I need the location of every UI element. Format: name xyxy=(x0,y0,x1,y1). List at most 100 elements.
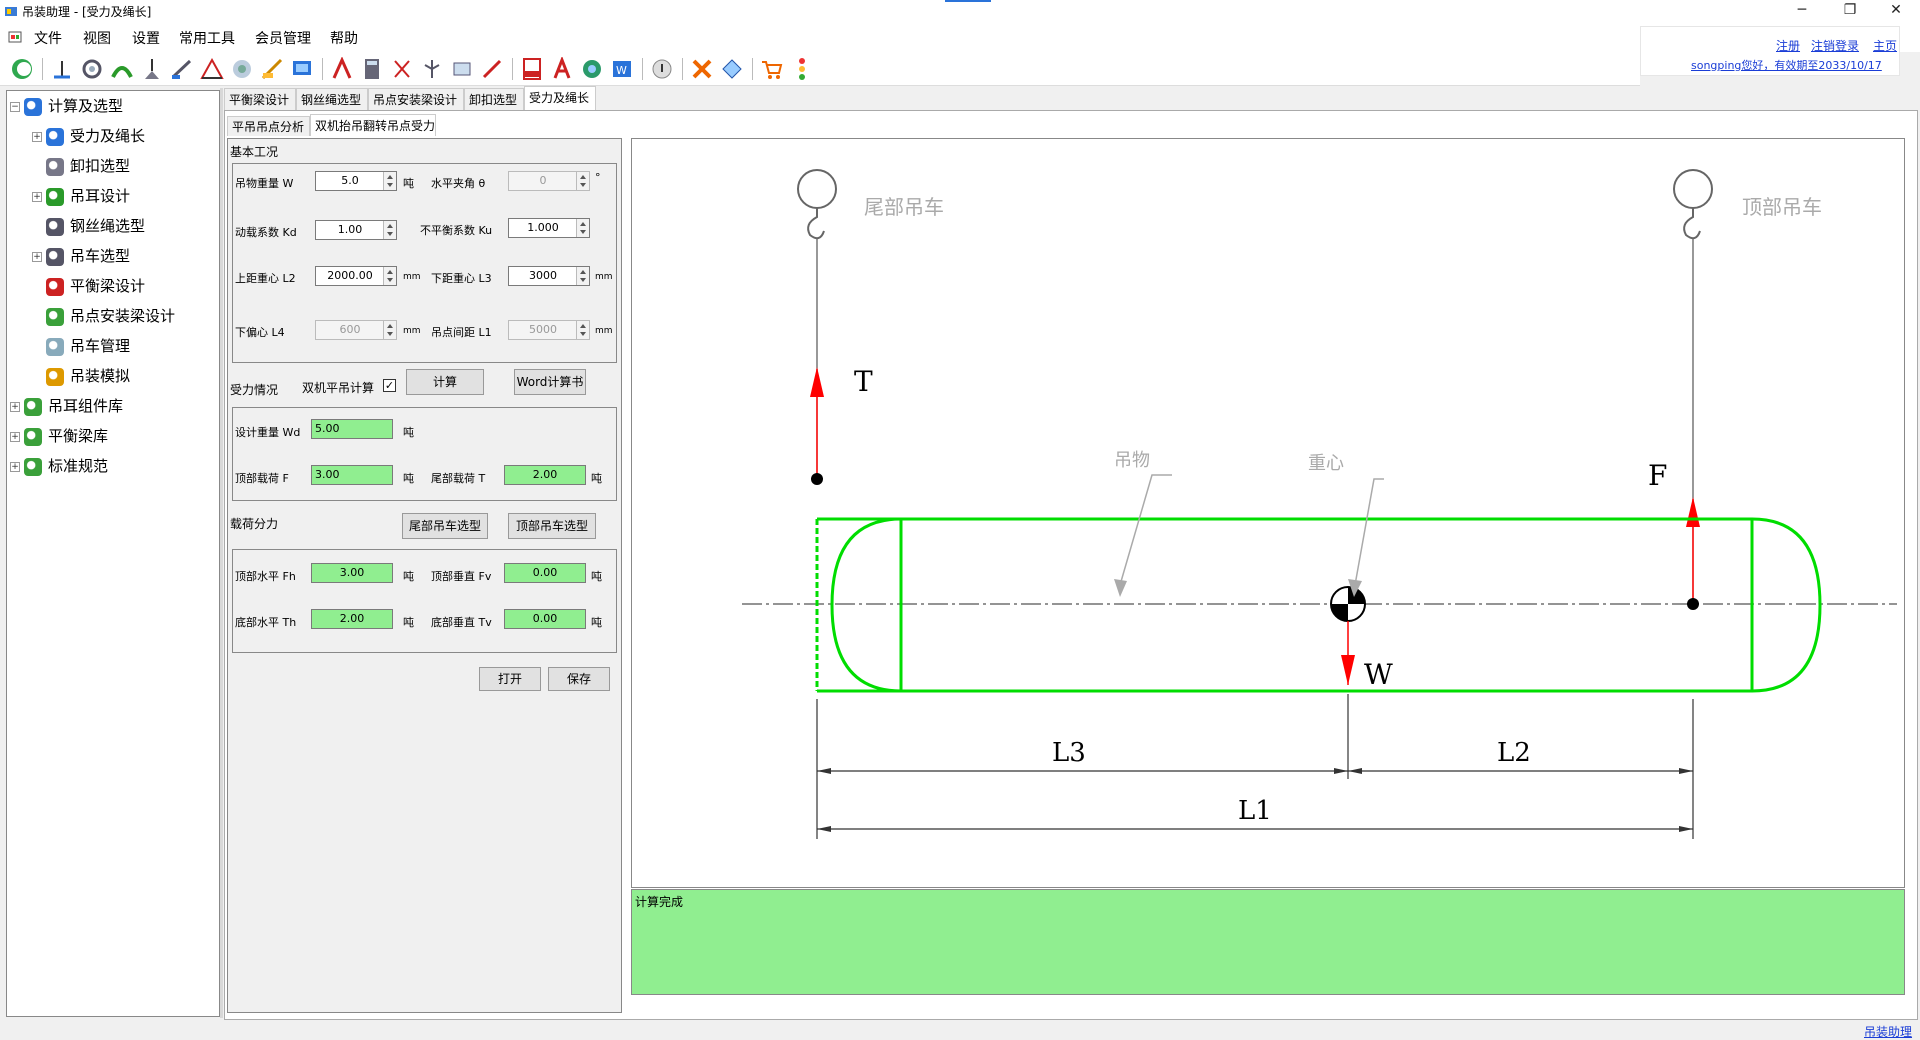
ku-label: 不平衡系数 Ku xyxy=(420,224,493,237)
cart-icon[interactable] xyxy=(760,57,784,81)
close-button[interactable]: ✕ xyxy=(1876,0,1916,22)
toolbar: W xyxy=(0,52,1640,86)
th-unit: 吨 xyxy=(403,616,414,629)
beam-icon[interactable] xyxy=(200,57,224,81)
l2-input[interactable]: 2000.00 xyxy=(315,266,397,286)
tab-wire-rope[interactable]: 钢丝绳选型 xyxy=(296,88,368,110)
welcome-text[interactable]: songping您好，有效期至2033/10/17 xyxy=(1691,57,1882,73)
tree-item[interactable]: + 吊车选型 xyxy=(32,244,130,268)
l1-input[interactable]: 5000 xyxy=(508,320,590,340)
mdi-icon[interactable] xyxy=(8,30,22,44)
rope-icon[interactable] xyxy=(140,57,164,81)
l4-input[interactable]: 600 xyxy=(315,320,397,340)
t-unit: 吨 xyxy=(591,472,602,485)
tree-item-label: 钢丝绳选型 xyxy=(70,217,146,235)
lug-icon[interactable] xyxy=(110,57,134,81)
weight-unit: 吨 xyxy=(403,177,414,190)
ku-input[interactable]: 1.000 xyxy=(508,218,590,238)
tree-expander-icon[interactable]: + xyxy=(10,431,20,442)
tab-dual-crane[interactable]: 双机抬吊翻转吊点受力 xyxy=(310,114,436,136)
tree-item[interactable]: + 吊耳组件库 xyxy=(10,394,123,418)
tv-output: 0.00 xyxy=(504,609,586,629)
shackle-icon[interactable] xyxy=(80,57,104,81)
angle-input[interactable]: 0 xyxy=(508,171,590,191)
tree-expander-icon[interactable]: + xyxy=(10,461,20,472)
open-button[interactable]: 打开 xyxy=(479,667,541,691)
tree-item[interactable]: + 标准规范 xyxy=(10,454,108,478)
calculate-button[interactable]: 计算 xyxy=(406,369,484,395)
tree-item[interactable]: + 吊耳设计 xyxy=(32,184,130,208)
scissors-icon[interactable] xyxy=(390,57,414,81)
splitter[interactable] xyxy=(220,88,223,1018)
l3-unit: mm xyxy=(595,272,613,282)
app-logo-icon[interactable] xyxy=(10,57,34,81)
app-link[interactable]: 吊装助理 xyxy=(1864,1023,1912,1040)
tree-item-label: 卸扣选型 xyxy=(70,157,131,175)
tools-icon[interactable] xyxy=(690,57,714,81)
text-a-icon[interactable] xyxy=(330,57,354,81)
top-crane-button[interactable]: 顶部吊车选型 xyxy=(508,513,596,539)
tree-item[interactable]: 平衡梁设计 xyxy=(32,274,145,298)
menu-membership[interactable]: 会员管理 xyxy=(255,28,311,48)
minimize-button[interactable]: ─ xyxy=(1782,0,1822,22)
globe-icon[interactable] xyxy=(580,57,604,81)
tail-crane-button[interactable]: 尾部吊车选型 xyxy=(402,513,488,539)
tree-item[interactable]: + 平衡梁库 xyxy=(10,424,108,448)
tree-expander-icon[interactable]: − xyxy=(10,101,20,112)
crane-icon[interactable] xyxy=(170,57,194,81)
tree-item[interactable]: 吊车管理 xyxy=(32,334,130,358)
tree-item-label: 吊耳组件库 xyxy=(48,397,124,415)
manage-icon[interactable] xyxy=(230,57,254,81)
l2-unit: mm xyxy=(403,272,421,282)
document-icon[interactable] xyxy=(450,57,474,81)
tree-expander-icon[interactable]: + xyxy=(32,191,42,202)
network-icon[interactable] xyxy=(790,57,814,81)
weight-input[interactable]: 5.0 xyxy=(315,171,397,191)
font-icon[interactable] xyxy=(550,57,574,81)
tree-item[interactable]: 钢丝绳选型 xyxy=(32,214,145,238)
tab-flat-lift[interactable]: 平吊吊点分析 xyxy=(227,116,310,136)
tab-balance-beam[interactable]: 平衡梁设计 xyxy=(224,88,296,110)
dual-lift-checkbox[interactable]: ✓ xyxy=(383,379,396,392)
tree-item-label: 吊耳设计 xyxy=(70,187,131,205)
menu-help[interactable]: 帮助 xyxy=(330,28,358,48)
tab-lifting-beam[interactable]: 吊点安装梁设计 xyxy=(368,88,464,110)
menu-tools[interactable]: 常用工具 xyxy=(179,28,235,48)
force-icon[interactable] xyxy=(50,57,74,81)
info-icon[interactable] xyxy=(650,57,674,81)
home-link[interactable]: 主页 xyxy=(1873,37,1897,54)
tab-force-rope[interactable]: 受力及绳长 xyxy=(524,86,596,110)
tree-item[interactable]: + 受力及绳长 xyxy=(32,124,145,148)
menu-settings[interactable]: 设置 xyxy=(132,28,160,48)
screen-icon[interactable] xyxy=(290,57,314,81)
save-button[interactable]: 保存 xyxy=(548,667,610,691)
tree-item[interactable]: 卸扣选型 xyxy=(32,154,130,178)
tree-item[interactable]: 吊装模拟 xyxy=(32,364,130,388)
menu-view[interactable]: 视图 xyxy=(83,28,111,48)
tree-expander-icon[interactable]: + xyxy=(10,401,20,412)
status-area: 计算完成 xyxy=(631,889,1905,995)
l1-unit: mm xyxy=(595,326,613,336)
app-icon xyxy=(5,7,17,16)
pdf-icon[interactable] xyxy=(520,57,544,81)
logout-link[interactable]: 注销登录 xyxy=(1811,37,1859,54)
tree-expander-icon[interactable]: + xyxy=(32,131,42,142)
anchor-icon[interactable] xyxy=(420,57,444,81)
tab-shackle[interactable]: 卸扣选型 xyxy=(464,88,524,110)
word-report-button[interactable]: Word计算书 xyxy=(514,369,586,395)
register-link[interactable]: 注册 xyxy=(1776,37,1800,54)
tree-item[interactable]: − 计算及选型 xyxy=(10,94,123,118)
menu-file[interactable]: 文件 xyxy=(34,28,62,48)
pen-icon[interactable] xyxy=(480,57,504,81)
calculator-icon[interactable] xyxy=(360,57,384,81)
word-icon[interactable]: W xyxy=(610,57,634,81)
l3-input[interactable]: 3000 xyxy=(508,266,590,286)
tree-item-label: 计算及选型 xyxy=(48,97,124,115)
dual-lift-label: 双机平吊计算 xyxy=(302,381,375,395)
kd-input[interactable]: 1.00 xyxy=(315,220,397,240)
simulate-icon[interactable] xyxy=(260,57,284,81)
restore-button[interactable]: ❐ xyxy=(1830,0,1870,22)
tag-icon[interactable] xyxy=(720,57,744,81)
tree-item[interactable]: 吊点安装梁设计 xyxy=(32,304,175,328)
tree-expander-icon[interactable]: + xyxy=(32,251,42,262)
